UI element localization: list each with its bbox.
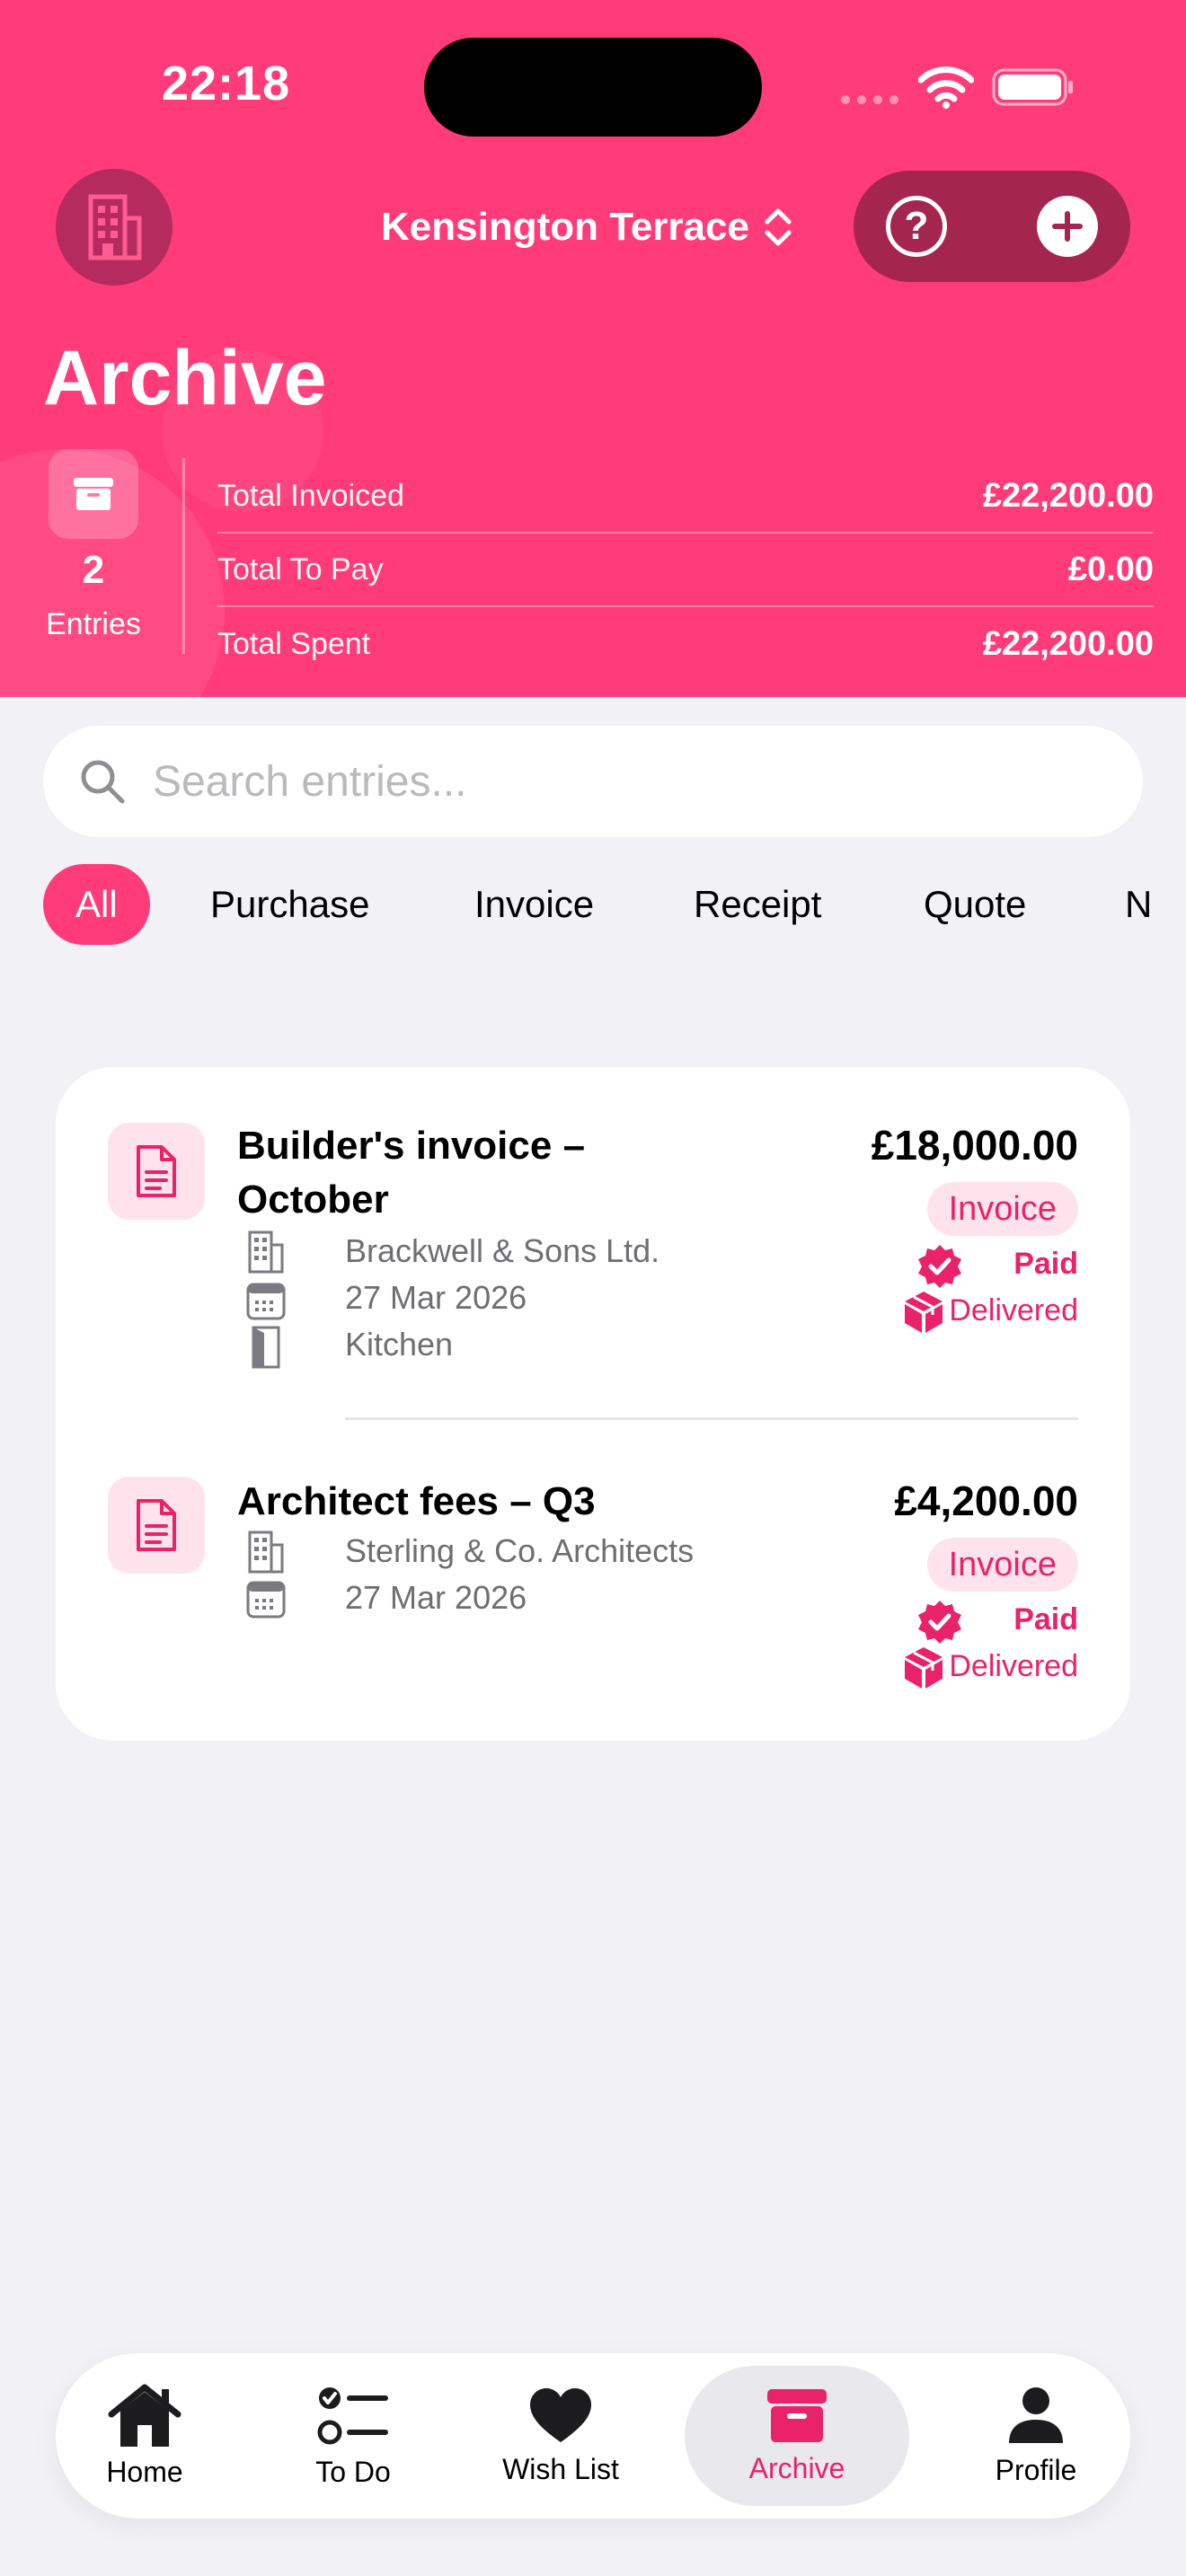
archive-box-icon xyxy=(74,478,113,510)
payment-status: Paid xyxy=(1013,1247,1078,1281)
tab-label: Archive xyxy=(748,2451,845,2484)
tab-profile[interactable]: Profile xyxy=(960,2366,1112,2506)
summary-row-total-invoiced: Total Invoiced £22,200.00 xyxy=(217,460,1154,534)
entry-date: 27 Mar 2026 xyxy=(345,1579,527,1616)
entry-amount: £4,200.00 xyxy=(894,1478,1078,1524)
chevron-up-down-icon xyxy=(765,208,792,246)
building-icon xyxy=(248,1231,284,1274)
property-button[interactable] xyxy=(56,169,173,286)
tab-label: Wish List xyxy=(502,2452,619,2485)
calendar-icon xyxy=(246,1581,286,1619)
entry-title: Architect fees – Q3 xyxy=(237,1479,596,1523)
delivery-status: Delivered xyxy=(949,1649,1078,1683)
filter-chip-invoice[interactable]: Invoice xyxy=(474,864,594,945)
document-icon-box xyxy=(108,1123,205,1220)
question-mark-icon: ? xyxy=(904,204,929,248)
filter-chip-receipt[interactable]: Receipt xyxy=(694,864,821,945)
filter-chip-all[interactable]: All xyxy=(43,864,150,945)
totals-summary: Total Invoiced £22,200.00 Total To Pay £… xyxy=(217,460,1154,681)
summary-row-total-to-pay: Total To Pay £0.00 xyxy=(217,534,1154,607)
summary-value: £22,200.00 xyxy=(982,624,1154,663)
entries-label: Entries xyxy=(46,607,141,641)
package-icon xyxy=(905,1647,943,1689)
document-icon xyxy=(137,1499,176,1551)
entry-amount: £18,000.00 xyxy=(871,1122,1078,1169)
checkmark-seal-icon xyxy=(918,1245,961,1288)
dynamic-island xyxy=(424,38,762,137)
tab-archive[interactable]: Archive xyxy=(685,2366,909,2506)
search-placeholder: Search entries... xyxy=(153,757,467,806)
filter-chip-more[interactable]: N xyxy=(1125,864,1152,945)
entries-list: Builder's invoice – October Brackwell & … xyxy=(56,1067,1130,1741)
tab-label: To Do xyxy=(315,2455,391,2488)
entry-room: Kitchen xyxy=(345,1326,454,1363)
summary-row-total-spent: Total Spent £22,200.00 xyxy=(217,607,1154,681)
entry-title: Builder's invoice – October xyxy=(237,1124,586,1222)
summary-label: Total Invoiced xyxy=(217,478,404,513)
delivery-status: Delivered xyxy=(949,1293,1078,1328)
archive-header: 22:18 Kensington Terrace ? Archive 2 Ent… xyxy=(0,0,1186,697)
search-input[interactable]: Search entries... xyxy=(43,726,1143,837)
tab-todo[interactable]: To Do xyxy=(277,2366,429,2506)
building-icon xyxy=(248,1531,284,1574)
entries-count: 2 xyxy=(82,548,105,592)
package-icon xyxy=(905,1292,943,1333)
battery-icon xyxy=(992,68,1073,106)
summary-value: £22,200.00 xyxy=(982,476,1154,515)
filter-chip-quote[interactable]: Quote xyxy=(924,864,1026,945)
tab-wish-list[interactable]: Wish List xyxy=(482,2366,640,2506)
filter-chip-purchase[interactable]: Purchase xyxy=(210,864,369,945)
document-icon xyxy=(137,1145,176,1197)
building-icon xyxy=(88,194,142,260)
entry-supplier: Brackwell & Sons Ltd. xyxy=(345,1232,660,1269)
plus-icon xyxy=(1052,211,1083,242)
list-item[interactable]: Architect fees – Q3 Sterling & Co. Archi… xyxy=(56,1421,1130,1741)
status-time: 22:18 xyxy=(162,57,291,110)
tab-label: Home xyxy=(106,2455,183,2488)
summary-value: £0.00 xyxy=(1067,550,1154,588)
door-icon xyxy=(252,1326,280,1369)
tab-home[interactable]: Home xyxy=(68,2366,221,2506)
wifi-icon xyxy=(918,66,974,109)
summary-divider xyxy=(182,458,185,654)
payment-status: Paid xyxy=(1013,1602,1078,1636)
summary-label: Total To Pay xyxy=(217,551,384,587)
house-icon xyxy=(108,2384,181,2447)
add-entry-button[interactable] xyxy=(1037,196,1098,257)
checklist-icon xyxy=(317,2386,388,2444)
page-title: Archive xyxy=(43,335,327,421)
property-name: Kensington Terrace xyxy=(381,205,749,249)
document-icon-box xyxy=(108,1477,205,1574)
entry-divider xyxy=(345,1417,1078,1420)
cellular-signal-icon xyxy=(841,95,898,104)
entry-date: 27 Mar 2026 xyxy=(345,1279,527,1316)
entries-archive-icon-box xyxy=(49,449,138,539)
summary-label: Total Spent xyxy=(217,626,371,661)
person-icon xyxy=(1009,2386,1063,2443)
header-actions: ? xyxy=(854,171,1130,282)
list-item[interactable]: Builder's invoice – October Brackwell & … xyxy=(56,1067,1130,1417)
tab-bar: Home To Do Wish List Archive Profile xyxy=(56,2353,1130,2519)
help-button[interactable]: ? xyxy=(886,196,947,257)
tab-label: Profile xyxy=(995,2453,1077,2486)
type-badge: Invoice xyxy=(926,1538,1078,1592)
type-badge: Invoice xyxy=(926,1182,1078,1236)
calendar-icon xyxy=(246,1283,286,1320)
property-picker[interactable]: Kensington Terrace xyxy=(381,199,794,255)
checkmark-seal-icon xyxy=(918,1601,961,1644)
entry-supplier: Sterling & Co. Architects xyxy=(345,1532,695,1569)
heart-icon xyxy=(530,2387,591,2442)
filter-chips: All Purchase Invoice Receipt Quote N xyxy=(43,864,1186,945)
search-icon xyxy=(81,760,125,804)
archive-box-icon xyxy=(767,2388,827,2442)
